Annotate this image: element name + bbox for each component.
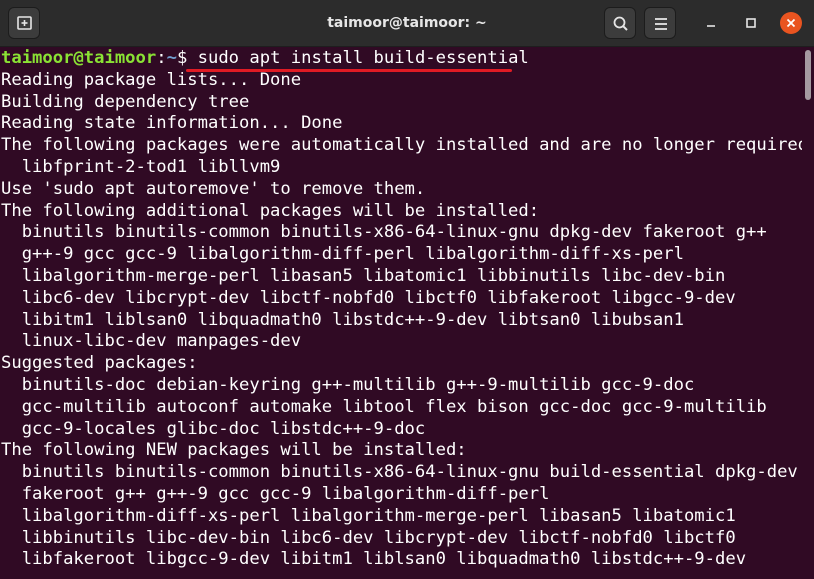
minimize-icon bbox=[707, 25, 715, 27]
output-line: libbinutils libc-dev-bin libc6-dev libcr… bbox=[1, 527, 736, 548]
output-line: libfprint-2-tod1 libllvm9 bbox=[1, 156, 281, 177]
scrollbar[interactable] bbox=[804, 48, 812, 579]
command-text: sudo apt install build-essential bbox=[197, 48, 529, 68]
hamburger-menu-icon bbox=[655, 18, 667, 30]
output-line: The following additional packages will b… bbox=[1, 200, 540, 221]
output-line: libfakeroot libgcc-9-dev libitm1 liblsan… bbox=[1, 549, 747, 570]
close-icon bbox=[786, 18, 796, 28]
menu-button[interactable] bbox=[644, 7, 676, 39]
command-output: Reading package lists... Done Building de… bbox=[0, 70, 802, 571]
command-underline-annotation bbox=[186, 69, 512, 72]
output-line: libalgorithm-merge-perl libasan5 libatom… bbox=[1, 265, 726, 286]
output-line: fakeroot g++ g++-9 gcc gcc-9 libalgorith… bbox=[1, 483, 550, 504]
output-line: gcc-9-locales glibc-doc libstdc++-9-doc bbox=[1, 418, 426, 439]
output-line: g++-9 gcc gcc-9 libalgorithm-diff-perl l… bbox=[1, 244, 684, 265]
output-line: binutils binutils-common binutils-x86-64… bbox=[1, 222, 767, 243]
output-line: Reading state information... Done bbox=[1, 113, 343, 134]
prompt-symbol: $ bbox=[176, 48, 198, 68]
search-icon bbox=[613, 16, 628, 31]
output-line: gcc-multilib autoconf automake libtool f… bbox=[1, 396, 767, 417]
output-line: binutils binutils-common binutils-x86-64… bbox=[1, 462, 798, 483]
output-line: libc6-dev libcrypt-dev libctf-nobfd0 lib… bbox=[1, 287, 736, 308]
prompt-user-host: taimoor@taimoor bbox=[1, 48, 157, 68]
terminal-output[interactable]: taimoor@taimoor:~$ sudo apt install buil… bbox=[0, 48, 802, 579]
close-button[interactable] bbox=[780, 12, 802, 34]
maximize-button[interactable] bbox=[740, 12, 762, 34]
output-line: The following NEW packages will be insta… bbox=[1, 440, 467, 461]
scrollbar-thumb[interactable] bbox=[805, 50, 811, 100]
minimize-button[interactable] bbox=[700, 12, 722, 34]
prompt-path: ~ bbox=[166, 48, 177, 68]
output-line: The following packages were automaticall… bbox=[1, 135, 802, 156]
prompt-line: taimoor@taimoor:~$ sudo apt install buil… bbox=[0, 48, 802, 70]
output-line: Suggested packages: bbox=[1, 353, 198, 374]
maximize-icon bbox=[746, 18, 756, 28]
search-button[interactable] bbox=[604, 7, 636, 39]
output-line: libalgorithm-diff-xs-perl libalgorithm-m… bbox=[1, 505, 736, 526]
prompt-separator: : bbox=[156, 48, 167, 68]
output-line: Building dependency tree bbox=[1, 91, 250, 112]
output-line: binutils-doc debian-keyring g++-multilib… bbox=[1, 374, 695, 395]
output-line: linux-libc-dev manpages-dev bbox=[1, 331, 302, 352]
window-title: taimoor@taimoor: ~ bbox=[327, 15, 487, 31]
title-bar[interactable]: taimoor@taimoor: ~ bbox=[0, 0, 814, 47]
terminal-window: taimoor@taimoor: ~ taimoor@taimoor:~$ su… bbox=[0, 0, 814, 579]
output-line: Reading package lists... Done bbox=[1, 69, 302, 90]
output-line: Use 'sudo apt autoremove' to remove them… bbox=[1, 178, 426, 199]
output-line: libitm1 liblsan0 libquadmath0 libstdc++-… bbox=[1, 309, 684, 330]
